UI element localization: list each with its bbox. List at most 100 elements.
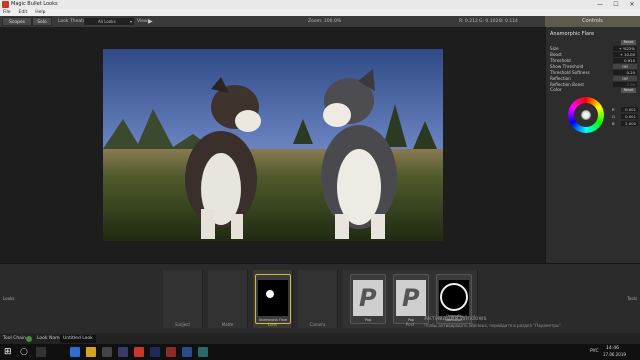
edge-icon[interactable] bbox=[70, 347, 80, 357]
param-reflection-boost[interactable]: Reflection Boost -7.00 bbox=[550, 82, 637, 87]
tool-thumbnail: P bbox=[353, 280, 383, 316]
color-wheel[interactable] bbox=[568, 97, 604, 133]
play-icon[interactable]: ▶ bbox=[148, 16, 153, 27]
param-label: Show Threshold bbox=[550, 64, 584, 69]
solo-button[interactable]: Solo bbox=[32, 17, 52, 26]
param-label: Boost bbox=[550, 52, 562, 57]
magic-bullet-taskbar-icon[interactable] bbox=[134, 347, 144, 357]
premiere-icon[interactable] bbox=[150, 347, 160, 357]
slot-lens[interactable]: Anamorphic Flare Lens bbox=[253, 270, 293, 328]
param-value[interactable]: 0.910 bbox=[613, 58, 637, 63]
look-theatre-value: All Looks bbox=[98, 19, 116, 24]
tool-card-anamorphic-flare[interactable]: Anamorphic Flare bbox=[255, 274, 291, 324]
ring-icon bbox=[440, 283, 468, 311]
slot-subject[interactable]: Subject bbox=[163, 270, 203, 328]
task-view-icon[interactable] bbox=[36, 347, 46, 357]
close-button[interactable]: ✕ bbox=[624, 0, 640, 9]
slot-label: Lens bbox=[267, 322, 278, 327]
param-show-threshold[interactable]: Show Threshold Off bbox=[550, 64, 637, 69]
color-reset-button[interactable]: Reset bbox=[621, 88, 636, 93]
slot-camera[interactable]: Camera bbox=[298, 270, 338, 328]
menu-bar: File Edit Help bbox=[0, 9, 640, 16]
activation-watermark-title: Активация Windows bbox=[424, 315, 487, 322]
slot-label: Subject bbox=[175, 322, 190, 327]
param-value[interactable]: -7.00 bbox=[613, 82, 637, 87]
minimize-button[interactable]: — bbox=[592, 0, 608, 9]
r-label: R bbox=[612, 107, 615, 112]
color-g-field[interactable]: G 0.001 bbox=[612, 114, 638, 119]
g-value[interactable]: 0.001 bbox=[621, 114, 638, 119]
param-value[interactable]: 0.20 bbox=[613, 70, 637, 75]
search-icon[interactable]: ○ bbox=[20, 347, 30, 357]
pop-p-icon: P bbox=[402, 284, 420, 312]
param-threshold-softness[interactable]: Threshold Softness 0.20 bbox=[550, 70, 637, 75]
g-label: G bbox=[612, 114, 615, 119]
r-value[interactable]: 0.001 bbox=[621, 107, 638, 112]
slot-matte[interactable]: Matte bbox=[208, 270, 248, 328]
param-value[interactable]: + %22% bbox=[613, 46, 637, 51]
app-window: Magic Bullet Looks — ☐ ✕ File Edit Help … bbox=[0, 0, 640, 360]
tool-thumbnail bbox=[439, 280, 469, 316]
file-explorer-icon[interactable] bbox=[86, 347, 96, 357]
b-value[interactable]: 2.000 bbox=[621, 121, 638, 126]
tool-card-pop[interactable]: P Pop bbox=[350, 274, 386, 324]
maximize-button[interactable]: ☐ bbox=[608, 0, 624, 9]
menu-edit[interactable]: Edit bbox=[19, 9, 28, 16]
param-reflection[interactable]: Reflection Off bbox=[550, 76, 637, 81]
tool-chain-toggle[interactable]: Tool Chain bbox=[3, 334, 26, 344]
look-name-input[interactable]: Untitled Look bbox=[60, 335, 96, 343]
power-icon[interactable] bbox=[26, 336, 32, 342]
slot-label: Camera bbox=[309, 322, 326, 327]
app2-icon[interactable] bbox=[198, 347, 208, 357]
photoshop-icon[interactable] bbox=[182, 347, 192, 357]
zoom-readout: Zoom: 100.0% bbox=[308, 19, 342, 24]
look-theatre-select[interactable]: All Looks ▾ bbox=[84, 18, 134, 25]
tools-side-tab[interactable]: Tools bbox=[627, 296, 637, 301]
param-label: Reflection bbox=[550, 76, 571, 81]
dogs-photo bbox=[103, 49, 443, 241]
store-icon[interactable] bbox=[102, 347, 112, 357]
chevron-down-icon: ▾ bbox=[129, 19, 132, 24]
app-icon[interactable] bbox=[118, 347, 128, 357]
menu-file[interactable]: File bbox=[3, 9, 11, 16]
color-r-field[interactable]: R 0.001 bbox=[612, 107, 638, 112]
param-label: Reflection Boost bbox=[550, 82, 584, 87]
b-label: B bbox=[612, 121, 615, 126]
window-title: Magic Bullet Looks bbox=[11, 1, 58, 7]
clock-date[interactable]: 17.06.2019 bbox=[603, 352, 626, 357]
b-readout: B: 0.114 bbox=[499, 19, 518, 24]
flare-dot-icon bbox=[266, 290, 274, 298]
scopes-button[interactable]: Scopes bbox=[2, 17, 32, 26]
param-value[interactable]: + 10.00 bbox=[613, 52, 637, 57]
tool-title: Anamorphic Flare bbox=[550, 31, 595, 37]
color-b-field[interactable]: B 2.000 bbox=[612, 121, 638, 126]
viewer[interactable] bbox=[0, 27, 545, 263]
param-toggle[interactable]: Off bbox=[613, 64, 637, 69]
clock-time[interactable]: 14:46 bbox=[606, 346, 619, 351]
windows-start-icon[interactable]: ⊞ bbox=[4, 347, 14, 357]
acrobat-icon[interactable] bbox=[166, 347, 176, 357]
param-label: Size bbox=[550, 46, 559, 51]
window-controls: — ☐ ✕ bbox=[592, 0, 640, 9]
param-threshold[interactable]: Threshold 0.910 bbox=[550, 58, 637, 63]
controls-tab[interactable]: Controls bbox=[545, 16, 640, 27]
color-section-title: Color bbox=[550, 88, 562, 93]
looks-side-tab[interactable]: Looks bbox=[3, 296, 14, 301]
color-wheel-handle[interactable] bbox=[581, 110, 591, 120]
taskbar: ⊞ ○ РУС 14:46 17.06.2019 bbox=[0, 344, 640, 360]
param-boost[interactable]: Boost + 10.00 bbox=[550, 52, 637, 57]
g-readout: G: 0.102 bbox=[479, 19, 499, 24]
title-bar: Magic Bullet Looks — ☐ ✕ bbox=[0, 0, 640, 9]
view-button[interactable]: View bbox=[137, 16, 148, 27]
reset-button[interactable]: Reset bbox=[621, 40, 636, 45]
preview-image bbox=[103, 49, 443, 241]
controls-panel: Anamorphic Flare Reset Size + %22% Boost… bbox=[545, 27, 640, 263]
language-indicator[interactable]: РУС bbox=[590, 344, 599, 360]
toolbar: Scopes Solo Look Theatre: All Looks ▾ Vi… bbox=[0, 16, 640, 27]
param-label: Threshold bbox=[550, 58, 571, 63]
menu-help[interactable]: Help bbox=[35, 9, 45, 16]
tool-thumbnail bbox=[258, 280, 288, 316]
param-toggle[interactable]: Off bbox=[613, 76, 637, 81]
activation-watermark-text: Чтобы активировать Windows, перейдите в … bbox=[424, 323, 563, 328]
param-size[interactable]: Size + %22% bbox=[550, 46, 637, 51]
